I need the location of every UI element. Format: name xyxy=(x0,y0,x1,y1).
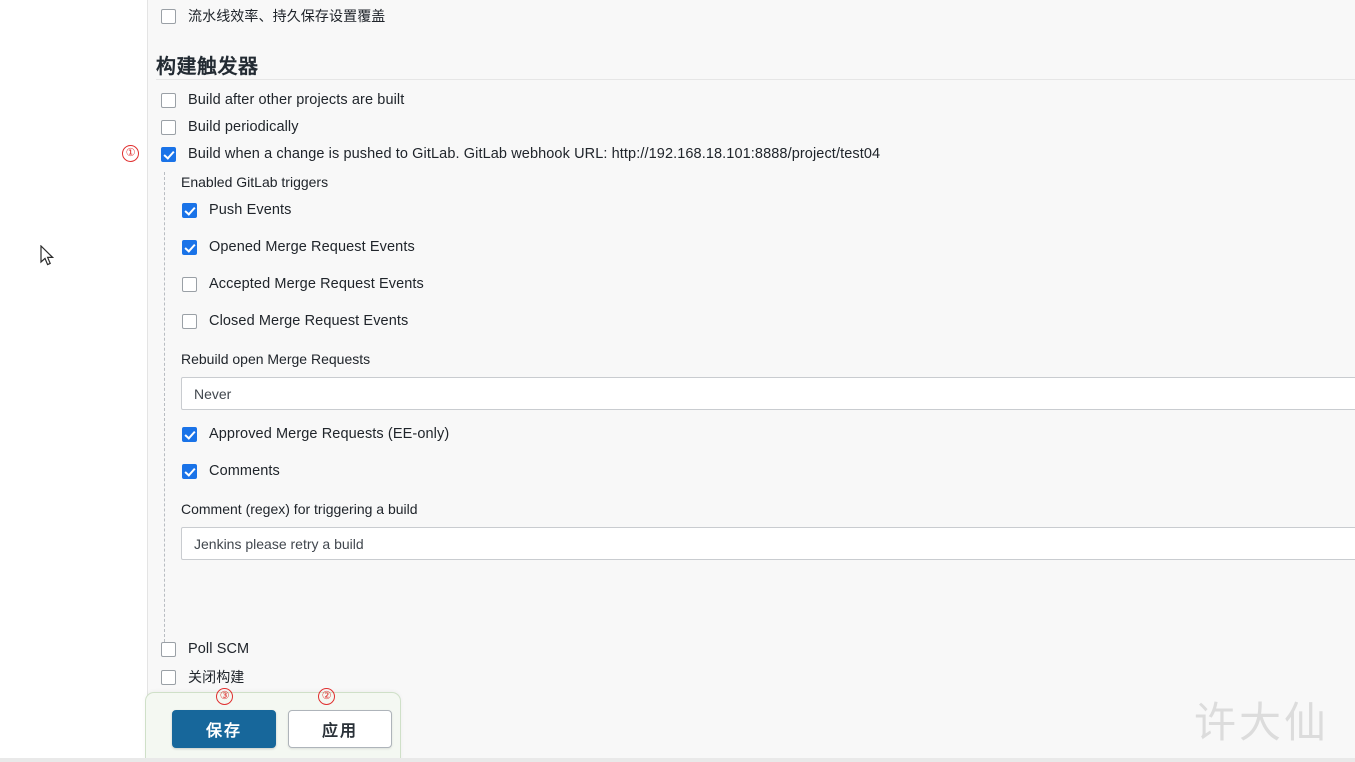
section-divider xyxy=(156,79,1355,80)
enabled-gitlab-triggers-label: Enabled GitLab triggers xyxy=(181,174,329,190)
option-pipeline-efficiency[interactable]: 流水线效率、持久保存设置覆盖 xyxy=(161,6,385,26)
annotation-marker-1: ① xyxy=(122,145,139,162)
apply-button[interactable]: 应用 xyxy=(288,710,392,748)
build-periodically-checkbox[interactable] xyxy=(161,119,176,135)
gitlab-event-push[interactable]: Push Events xyxy=(182,202,292,218)
accepted-merge-request-events-checkbox[interactable] xyxy=(182,276,197,292)
trigger-disable-build[interactable]: 关闭构建 xyxy=(161,667,244,687)
opened-merge-request-events-label: Opened Merge Request Events xyxy=(209,239,415,255)
comment-regex-value: Jenkins please retry a build xyxy=(194,535,364,552)
jenkins-job-config-screen: 流水线效率、持久保存设置覆盖 构建触发器 Build after other p… xyxy=(0,0,1355,762)
push-events-label: Push Events xyxy=(209,202,292,218)
rebuild-open-merge-requests-label: Rebuild open Merge Requests xyxy=(181,351,371,367)
build-on-gitlab-push-checkbox[interactable] xyxy=(161,146,176,162)
save-button[interactable]: 保存 xyxy=(172,710,276,748)
page-title: 构建触发器 xyxy=(156,56,259,78)
gitlab-event-closed-mr[interactable]: Closed Merge Request Events xyxy=(182,313,408,329)
comment-regex-input[interactable]: Jenkins please retry a build xyxy=(181,527,1355,560)
pipeline-efficiency-label: 流水线效率、持久保存设置覆盖 xyxy=(188,8,386,24)
trigger-build-after-other-projects[interactable]: Build after other projects are built xyxy=(161,92,404,108)
trigger-poll-scm[interactable]: Poll SCM xyxy=(161,641,249,657)
gitlab-event-accepted-mr[interactable]: Accepted Merge Request Events xyxy=(182,276,424,292)
poll-scm-checkbox[interactable] xyxy=(161,641,176,657)
disable-build-checkbox[interactable] xyxy=(161,669,176,685)
bottom-edge xyxy=(0,758,1355,762)
approved-merge-requests-checkbox[interactable] xyxy=(182,426,197,442)
opened-merge-request-events-checkbox[interactable] xyxy=(182,239,197,255)
build-periodically-label: Build periodically xyxy=(188,119,299,135)
closed-merge-request-events-label: Closed Merge Request Events xyxy=(209,313,409,329)
nested-group-guide xyxy=(164,172,165,642)
left-side-panel xyxy=(0,0,148,762)
annotation-marker-3: ③ xyxy=(216,688,233,705)
comment-regex-label: Comment (regex) for triggering a build xyxy=(181,501,418,517)
accepted-merge-request-events-label: Accepted Merge Request Events xyxy=(209,276,424,292)
approved-merge-requests-label: Approved Merge Requests (EE-only) xyxy=(209,426,450,442)
closed-merge-request-events-checkbox[interactable] xyxy=(182,313,197,329)
annotation-marker-2: ② xyxy=(318,688,335,705)
poll-scm-label: Poll SCM xyxy=(188,641,250,657)
build-after-other-projects-label: Build after other projects are built xyxy=(188,92,405,108)
build-on-gitlab-push-label: Build when a change is pushed to GitLab.… xyxy=(188,146,881,162)
comments-label: Comments xyxy=(209,463,280,479)
trigger-build-periodically[interactable]: Build periodically xyxy=(161,119,299,135)
build-triggers-form: 流水线效率、持久保存设置覆盖 构建触发器 Build after other p… xyxy=(149,0,1355,762)
pipeline-efficiency-checkbox[interactable] xyxy=(161,8,176,24)
build-after-other-projects-checkbox[interactable] xyxy=(161,92,176,108)
gitlab-event-opened-mr[interactable]: Opened Merge Request Events xyxy=(182,239,415,255)
gitlab-approved-merge-requests[interactable]: Approved Merge Requests (EE-only) xyxy=(182,426,449,442)
gitlab-comments[interactable]: Comments xyxy=(182,463,280,479)
comments-checkbox[interactable] xyxy=(182,463,197,479)
rebuild-open-merge-requests-select[interactable]: Never xyxy=(181,377,1355,410)
watermark: 许大仙 xyxy=(1193,698,1329,747)
push-events-checkbox[interactable] xyxy=(182,202,197,218)
disable-build-label: 关闭构建 xyxy=(188,669,245,685)
trigger-build-on-gitlab-push[interactable]: Build when a change is pushed to GitLab.… xyxy=(161,146,880,162)
rebuild-open-merge-requests-value: Never xyxy=(194,385,232,402)
sticky-save-bar: 保存 应用 xyxy=(145,692,401,762)
